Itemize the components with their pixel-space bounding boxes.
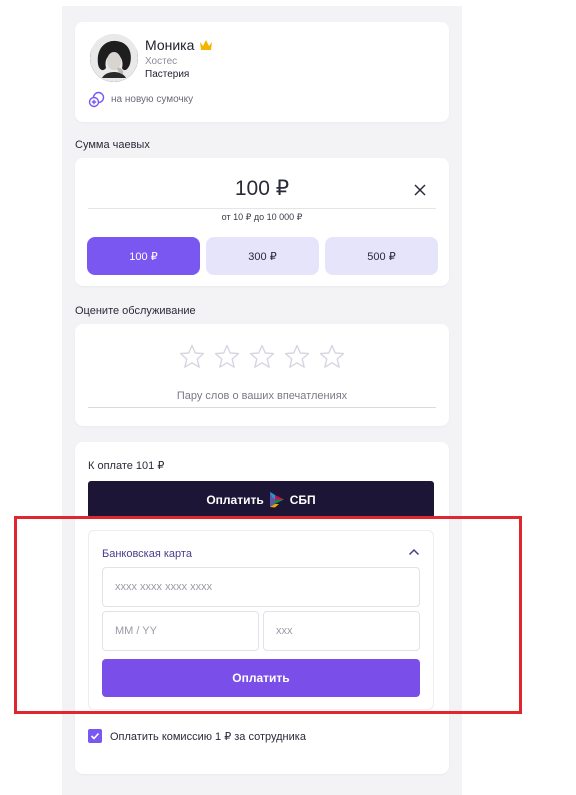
sbp-button-label: Оплатить xyxy=(206,492,264,507)
rating-card xyxy=(75,324,449,426)
sbp-logo-icon xyxy=(269,492,284,508)
payment-card: К оплате 101 ₽ Оплатить СБП Банковская к… xyxy=(75,442,449,774)
feedback-input[interactable] xyxy=(88,384,436,408)
bank-card-section: Банковская карта Оплатить xyxy=(88,530,434,710)
tip-amount-card: 100 ₽ от 10 ₽ до 10 000 ₽ 100 ₽ 300 ₽ 50… xyxy=(75,158,449,286)
tip-range: от 10 ₽ до 10 000 ₽ xyxy=(221,212,303,222)
employee-role: Хостес xyxy=(145,56,178,67)
payment-total: К оплате 101 ₽ xyxy=(88,460,165,472)
cvc-input[interactable] xyxy=(263,611,420,651)
fee-option[interactable]: Оплатить комиссию 1 ₽ за сотрудника xyxy=(88,729,306,743)
avatar xyxy=(90,34,138,82)
fee-checkbox[interactable] xyxy=(88,729,102,743)
preset-button-500[interactable]: 500 ₽ xyxy=(325,237,438,275)
check-icon xyxy=(90,732,100,740)
tip-amount[interactable]: 100 ₽ xyxy=(75,176,449,201)
sbp-pay-button[interactable]: Оплатить СБП xyxy=(88,481,434,518)
star-icon[interactable] xyxy=(249,344,275,369)
fee-label: Оплатить комиссию 1 ₽ за сотрудника xyxy=(110,730,306,743)
employee-place: Пастерия xyxy=(145,69,190,80)
preset-button-300[interactable]: 300 ₽ xyxy=(206,237,319,275)
close-icon[interactable] xyxy=(413,183,427,197)
tip-form-panel: Моника Хостес Пастерия на новую сумочку … xyxy=(62,6,462,795)
employee-card: Моника Хостес Пастерия на новую сумочку xyxy=(75,22,449,122)
star-icon[interactable] xyxy=(179,344,205,369)
tip-section-label: Сумма чаевых xyxy=(75,139,150,151)
expiry-input[interactable] xyxy=(102,611,259,651)
tip-presets: 100 ₽ 300 ₽ 500 ₽ xyxy=(87,237,438,275)
rating-section-label: Оцените обслуживание xyxy=(75,305,196,317)
star-icon[interactable] xyxy=(284,344,310,369)
employee-name: Моника xyxy=(145,37,195,53)
preset-button-100[interactable]: 100 ₽ xyxy=(87,237,200,275)
goal-text: на новую сумочку xyxy=(111,94,194,105)
card-pay-button[interactable]: Оплатить xyxy=(102,659,420,697)
star-icon[interactable] xyxy=(319,344,345,369)
goal-icon xyxy=(88,91,105,108)
star-icon[interactable] xyxy=(214,344,240,369)
chevron-up-icon[interactable] xyxy=(408,547,420,557)
amount-divider xyxy=(88,208,436,209)
crown-icon xyxy=(200,40,213,50)
goal: на новую сумочку xyxy=(88,91,193,108)
card-number-input[interactable] xyxy=(102,567,420,607)
sbp-label: СБП xyxy=(289,492,316,507)
bank-card-title: Банковская карта xyxy=(102,548,192,560)
star-rating xyxy=(75,344,449,369)
